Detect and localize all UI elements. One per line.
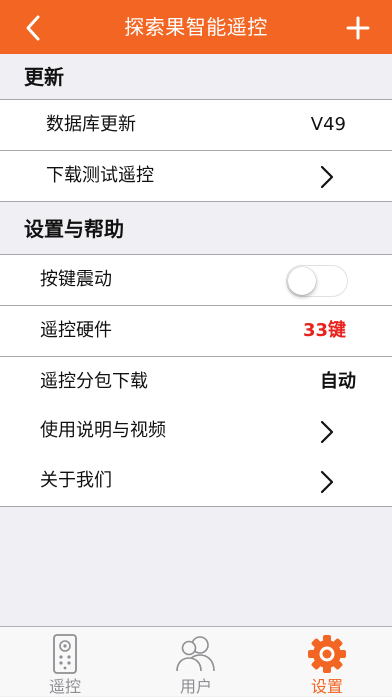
tab-remote-label: 遥控 [48,677,81,696]
row-database-update[interactable]: 数据库更新 V49 [0,100,392,151]
download-test-remote-label: 下载测试遥控 [46,165,154,186]
row-remote-hardware[interactable]: 遥控硬件 33键 [0,306,392,357]
vibration-toggle[interactable] [286,265,348,297]
row-about-us[interactable]: 关于我们 [0,456,392,507]
row-manual-video[interactable]: 使用说明与视频 [0,406,392,457]
chevron-right-icon [320,470,334,494]
tab-remote[interactable]: 遥控 [0,627,130,697]
subpackage-download-value: 自动 [320,371,356,392]
database-version-value: V49 [310,114,346,135]
about-us-label: 关于我们 [40,470,112,491]
section-title-settings: 设置与帮助 [24,217,124,241]
toggle-knob [288,267,316,295]
key-vibration-label: 按键震动 [40,269,112,290]
gear-icon [308,635,346,673]
row-key-vibration: 按键震动 [0,255,392,306]
remote-hardware-value: 33键 [302,320,346,341]
tab-user-label: 用户 [179,677,212,696]
database-update-label: 数据库更新 [46,114,136,135]
remote-hardware-label: 遥控硬件 [40,320,112,341]
tab-settings-label: 设置 [310,677,343,696]
tab-settings[interactable]: 设置 [262,627,392,697]
tab-bar: 遥控 用户 设置 [0,626,392,696]
section-header-settings: 设置与帮助 [0,202,392,255]
section-header-update: 更新 [0,54,392,100]
section-title-update: 更新 [24,65,64,89]
remote-control-icon [53,634,77,674]
nav-bar: 探索果智能遥控 [0,0,392,54]
add-icon[interactable] [346,16,370,40]
page-title: 探索果智能遥控 [124,15,268,39]
manual-video-label: 使用说明与视频 [40,420,166,441]
tab-user[interactable]: 用户 [131,627,261,697]
chevron-right-icon [320,165,334,189]
subpackage-download-label: 遥控分包下载 [40,371,148,392]
users-icon [176,636,215,672]
row-download-test-remote[interactable]: 下载测试遥控 [0,151,392,202]
row-subpackage-download[interactable]: 遥控分包下载 自动 [0,357,392,408]
chevron-right-icon [320,420,334,444]
